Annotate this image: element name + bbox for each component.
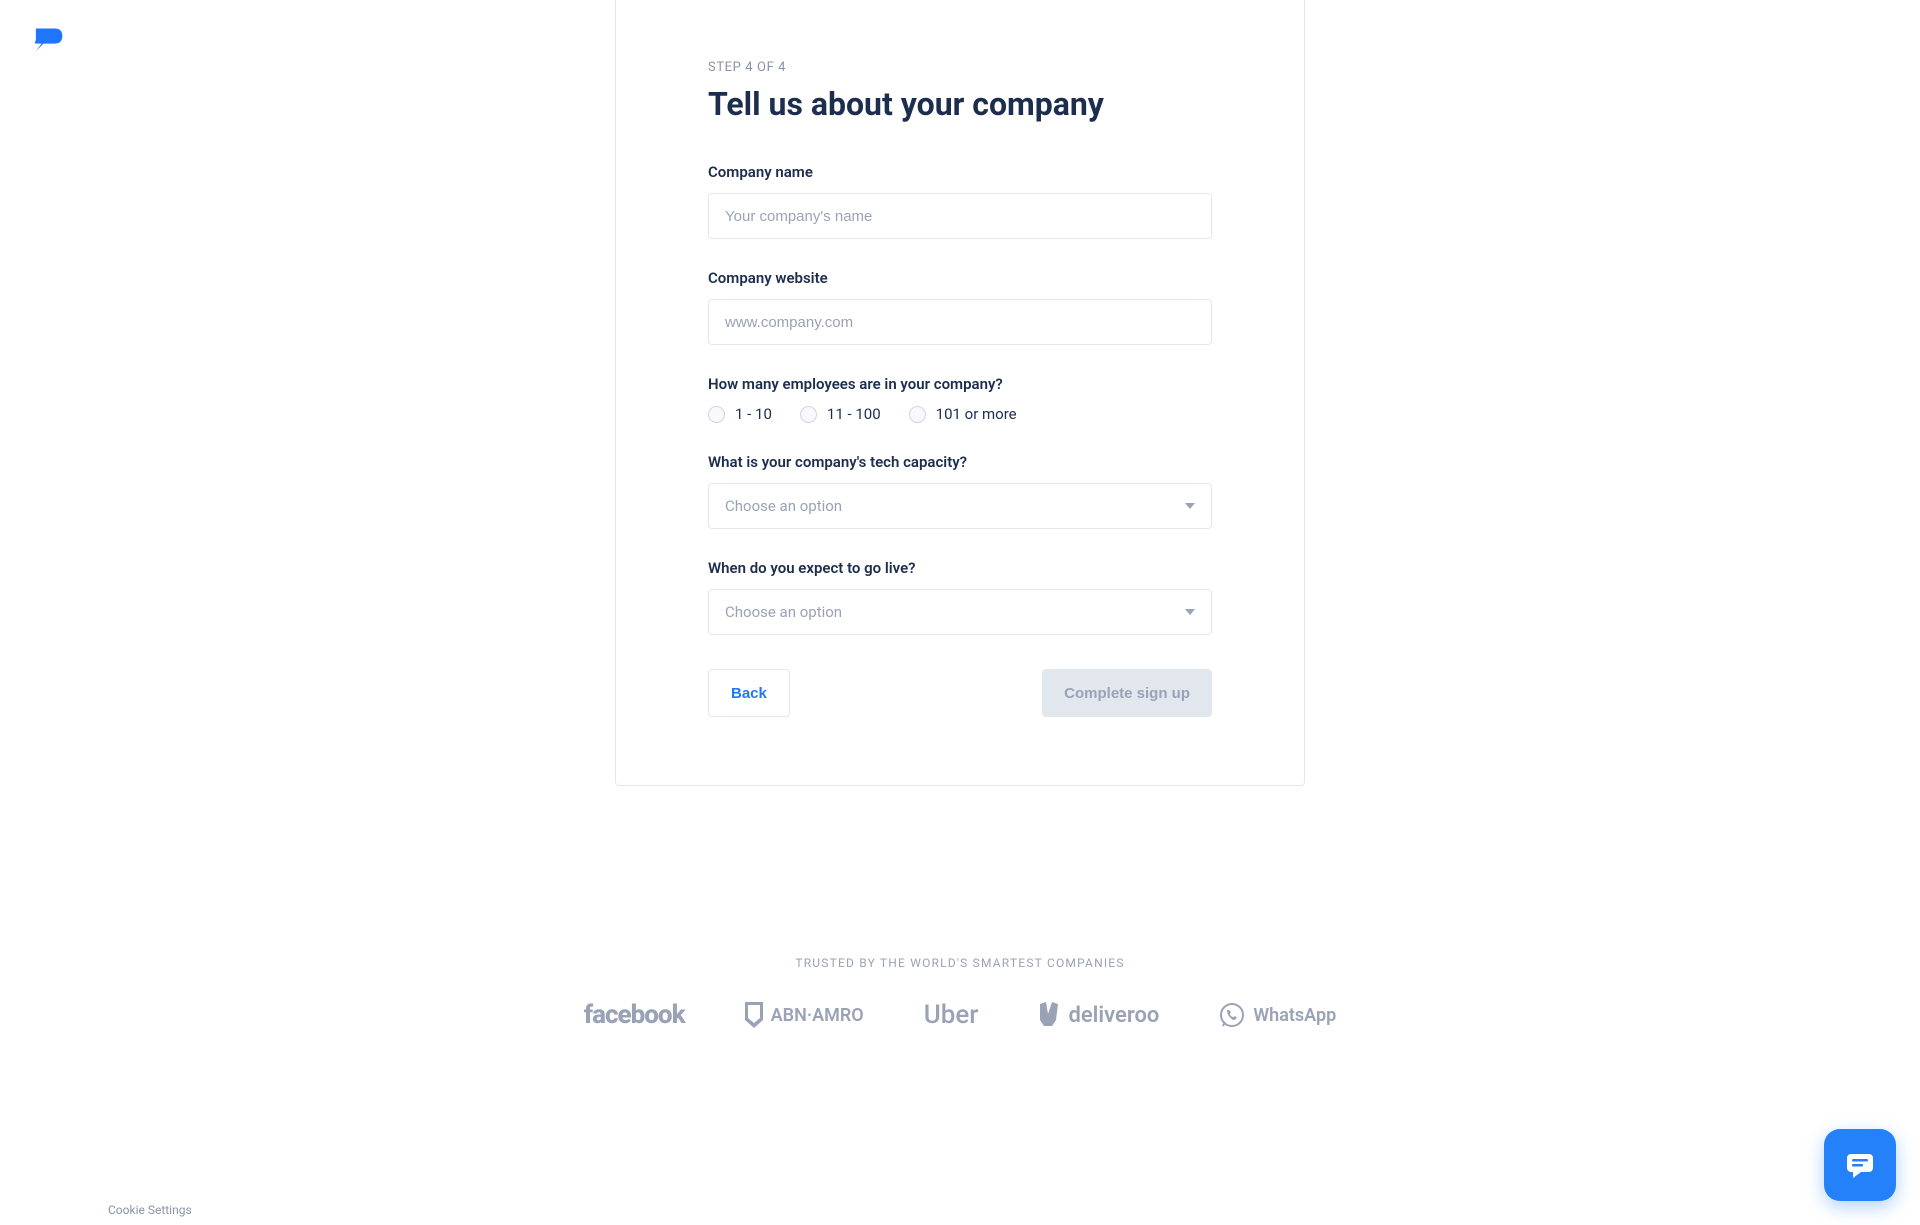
deliveroo-text: deliveroo (1068, 1003, 1159, 1028)
company-name-input[interactable] (708, 193, 1212, 239)
select-placeholder: Choose an option (725, 497, 842, 515)
trusted-logos-row: facebook ABN·AMRO Uber deliveroo WhatsAp… (0, 1000, 1920, 1030)
uber-logo: Uber (924, 1000, 979, 1030)
company-name-field: Company name (708, 163, 1212, 239)
radio-label: 101 or more (936, 405, 1017, 423)
chevron-down-icon (1185, 609, 1195, 615)
whatsapp-logo: WhatsApp (1219, 1002, 1336, 1028)
cookie-settings-link[interactable]: Cookie Settings (108, 1203, 192, 1217)
select-placeholder: Choose an option (725, 603, 842, 621)
signup-step4-card: STEP 4 OF 4 Tell us about your company C… (615, 0, 1305, 786)
whatsapp-text: WhatsApp (1253, 1005, 1336, 1026)
brand-logo[interactable] (34, 22, 68, 52)
trusted-section: TRUSTED BY THE WORLD'S SMARTEST COMPANIE… (0, 956, 1920, 1030)
company-name-label: Company name (708, 163, 1212, 181)
company-website-input[interactable] (708, 299, 1212, 345)
radio-label: 1 - 10 (735, 405, 772, 423)
company-website-label: Company website (708, 269, 1212, 287)
tech-capacity-select[interactable]: Choose an option (708, 483, 1212, 529)
tech-capacity-label: What is your company's tech capacity? (708, 453, 1212, 471)
step-label: STEP 4 OF 4 (708, 60, 1212, 75)
chevron-down-icon (1185, 503, 1195, 509)
company-website-field: Company website (708, 269, 1212, 345)
facebook-logo: facebook (584, 1000, 685, 1030)
employees-radio-group: 1 - 10 11 - 100 101 or more (708, 405, 1212, 423)
abnamro-logo: ABN·AMRO (745, 1002, 864, 1028)
abnamro-text: ABN·AMRO (771, 1005, 864, 1026)
employees-radio-101-plus[interactable]: 101 or more (909, 405, 1017, 423)
back-button[interactable]: Back (708, 669, 790, 717)
button-row: Back Complete sign up (708, 669, 1212, 717)
go-live-field: When do you expect to go live? Choose an… (708, 559, 1212, 635)
chat-widget-button[interactable] (1824, 1129, 1896, 1201)
complete-signup-button[interactable]: Complete sign up (1042, 669, 1212, 717)
radio-label: 11 - 100 (827, 405, 881, 423)
radio-circle-icon (708, 406, 725, 423)
deliveroo-logo: deliveroo (1038, 1002, 1159, 1028)
chat-icon (1843, 1148, 1877, 1182)
employees-field: How many employees are in your company? … (708, 375, 1212, 423)
go-live-select[interactable]: Choose an option (708, 589, 1212, 635)
radio-circle-icon (909, 406, 926, 423)
trusted-label: TRUSTED BY THE WORLD'S SMARTEST COMPANIE… (0, 956, 1920, 970)
employees-radio-11-100[interactable]: 11 - 100 (800, 405, 881, 423)
go-live-label: When do you expect to go live? (708, 559, 1212, 577)
page-title: Tell us about your company (708, 85, 1212, 123)
radio-circle-icon (800, 406, 817, 423)
employees-label: How many employees are in your company? (708, 375, 1212, 393)
tech-capacity-field: What is your company's tech capacity? Ch… (708, 453, 1212, 529)
employees-radio-1-10[interactable]: 1 - 10 (708, 405, 772, 423)
